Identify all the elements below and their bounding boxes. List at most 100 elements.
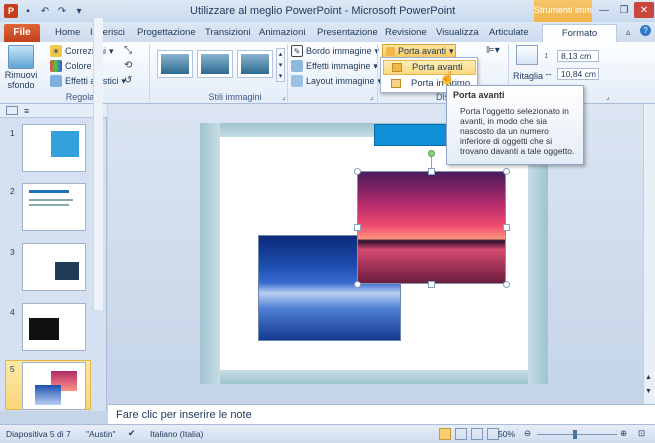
group-label-adjust: Regola [65,92,95,102]
minimize-icon[interactable]: — [594,2,614,18]
height-icon: ↕ [544,50,549,60]
slide-number: 5 [10,364,15,374]
dialog-launcher-icon[interactable]: ⌟ [370,93,373,101]
bring-forward-button[interactable]: Porta avanti ▾ [382,44,456,58]
height-field[interactable]: 8,13 cm [557,50,599,62]
zoom-level[interactable]: 50% [498,429,515,439]
spellcheck-icon[interactable]: ✔ [128,428,136,439]
slide-frame [200,370,548,384]
remove-background-icon[interactable] [8,45,34,69]
normal-view-icon[interactable] [439,428,451,440]
bring-to-front-icon [391,79,401,88]
save-icon[interactable]: ▪ [21,4,35,18]
dropdown-arrow-icon: ▾ [449,45,454,56]
tab-design[interactable]: Progettazione [137,27,196,38]
slide-number: 1 [10,128,15,138]
corrections-button[interactable]: ☀ Correzioni ▾ [50,45,114,57]
tab-animations[interactable]: Animazioni [259,27,305,38]
ribbon-collapse-icon[interactable]: ▵ [626,27,631,38]
slide-thumbnail-3[interactable] [22,243,86,291]
resize-handle[interactable] [354,224,361,231]
customize-qat-icon[interactable]: ▾ [72,4,86,18]
tab-view[interactable]: Visualizza [436,27,479,38]
artistic-effects-label: Effetti artistici [65,76,119,86]
remove-background-button[interactable]: Rimuovi sfondo [4,70,38,90]
resize-handle[interactable] [503,168,510,175]
outline-tab-icon[interactable]: ≡ [24,106,29,116]
close-icon[interactable]: ✕ [634,2,654,18]
zoom-out-icon[interactable]: ⊖ [524,428,531,439]
menu-item-bring-forward[interactable]: Porta avanti [383,60,476,75]
slide-thumbnail-5[interactable] [22,362,86,410]
bring-forward-icon [392,63,402,72]
help-icon[interactable]: ? [640,25,651,36]
picture-border-label: Bordo immagine [306,46,372,56]
remove-background-label-2: sfondo [7,80,35,90]
artistic-effects-button[interactable]: Effetti artistici ▾ [50,75,126,87]
rotation-handle[interactable] [428,150,435,157]
compress-icon[interactable]: ⤡ [124,45,136,57]
powerpoint-logo-icon[interactable]: P [4,4,18,18]
editor-vertical-scrollbar[interactable]: ▲ ▼ [643,104,655,404]
reading-view-icon[interactable] [471,428,483,440]
tab-file[interactable]: File [4,24,40,42]
resize-handle[interactable] [428,281,435,288]
tab-home[interactable]: Home [55,27,80,38]
picture-effects-button[interactable]: Effetti immagine ▾ [291,60,378,72]
slides-tab-icon[interactable] [6,106,18,115]
picture-layout-button[interactable]: Layout immagine▾ [291,75,382,87]
reset-picture-icon[interactable]: ↺ [124,75,136,87]
slide-thumbnail-2[interactable] [22,183,86,231]
styles-scroll-icon[interactable]: ▴ ▾ ▾ [276,48,285,82]
fit-to-window-icon[interactable]: ⊡ [638,428,645,439]
tooltip-body: Porta l'oggetto selezionato in avanti, i… [460,106,575,156]
picture-style-2[interactable] [197,50,233,78]
width-icon: ↔ [544,68,553,78]
tab-transitions[interactable]: Transizioni [205,27,251,38]
restore-icon[interactable]: ❐ [614,2,634,18]
resize-handle[interactable] [354,281,361,288]
picture-style-3[interactable] [237,50,273,78]
notes-area[interactable]: Fare clic per inserire le note [108,404,655,424]
align-icon[interactable]: ⊫▾ [486,45,500,56]
group-separator [287,44,288,102]
width-field[interactable]: 10,84 cm [557,68,599,80]
sunset-image[interactable] [357,171,506,284]
dialog-launcher-icon[interactable]: ⌟ [282,93,285,101]
slide-thumbnail-4[interactable] [22,303,86,351]
pane-scrollbar[interactable] [93,18,103,310]
undo-icon[interactable]: ↶ [38,4,52,18]
tab-articulate[interactable]: Articulate [489,27,529,38]
change-picture-icon[interactable]: ⟲ [124,60,136,72]
resize-handle[interactable] [354,168,361,175]
zoom-in-icon[interactable]: ⊕ [620,428,627,439]
scroll-up-icon[interactable]: ▲ [645,374,652,381]
brush-icon [50,75,62,87]
zoom-slider-thumb[interactable] [573,430,577,439]
slide-thumbnail-1[interactable] [22,124,86,172]
sun-icon: ☀ [50,45,62,57]
scroll-down-icon[interactable]: ▼ [645,388,652,395]
theme-name[interactable]: "Austin" [86,429,116,439]
redo-icon[interactable]: ↷ [55,4,69,18]
bring-forward-label: Porta avanti [398,46,447,56]
color-button[interactable]: Colore▾ [50,60,99,72]
pane-tabs: ≡ ✕ [0,104,107,118]
resize-handle[interactable] [503,224,510,231]
crop-icon[interactable] [516,45,538,65]
dialog-launcher-icon[interactable]: ⌟ [606,93,609,101]
picture-border-button[interactable]: ✎ Bordo immagine▾ [291,45,379,57]
language-indicator[interactable]: Italiano (Italia) [150,429,203,439]
resize-handle[interactable] [503,281,510,288]
resize-handle[interactable] [428,168,435,175]
tab-format[interactable]: Formato [542,24,617,44]
tooltip-title: Porta avanti [453,90,505,100]
tab-slideshow[interactable]: Presentazione [317,27,378,38]
tooltip: Porta avanti Porta l'oggetto selezionato… [446,85,584,165]
zoom-slider[interactable] [537,434,617,435]
tab-review[interactable]: Revisione [385,27,427,38]
picture-effects-label: Effetti immagine [306,61,371,71]
slide-sorter-icon[interactable] [455,428,467,440]
picture-style-1[interactable] [157,50,193,78]
crop-button[interactable]: Ritaglia [513,71,543,81]
